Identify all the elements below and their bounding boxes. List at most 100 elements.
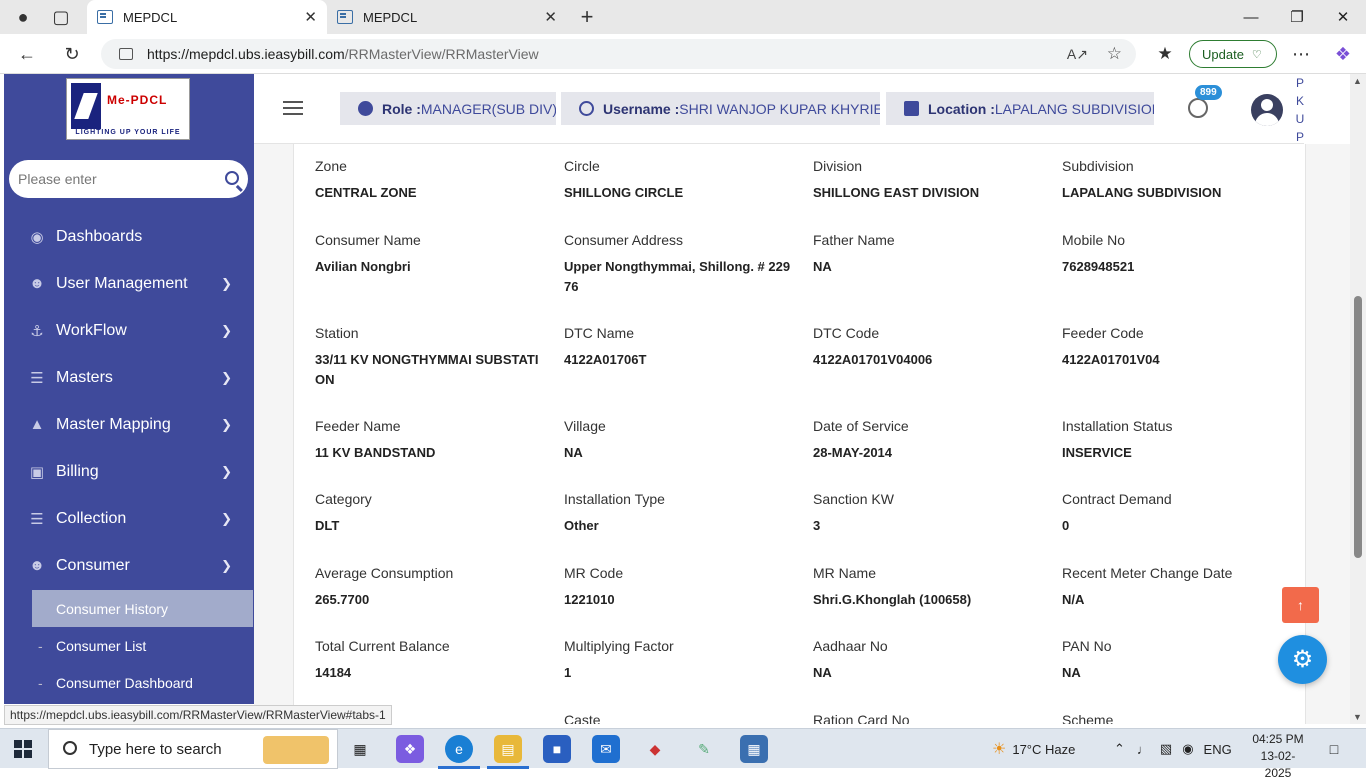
chevron-right-icon: ❯ [221,275,232,291]
settings-button[interactable]: ⚙ [1278,635,1327,684]
refresh-icon[interactable]: ↻ [57,40,87,68]
sidebar-item-user-management[interactable]: ☻ User Management ❯ [4,260,254,307]
menu-toggle-icon[interactable] [283,101,303,115]
chevron-right-icon: ❯ [221,369,232,385]
field-value: 265.7700 [315,592,370,607]
field-label: Consumer Address [564,232,684,248]
sidebar-item-dashboards[interactable]: ◉ Dashboards [4,213,254,260]
mepdcl-logo[interactable]: Me-PDCL LIGHTING UP YOUR LIFE [66,78,190,140]
field-label: MR Name [813,565,877,581]
field-value: 1221010 [564,592,615,607]
browser-tab[interactable]: MEPDCL ✕ [327,0,567,34]
submenu-consumer-list[interactable]: - Consumer List [32,627,253,664]
file-explorer-icon[interactable]: ▤ [494,735,522,763]
weather-text: 17°C Haze [1012,741,1076,757]
copilot-icon[interactable]: ❖ [1328,40,1358,68]
weather-widget[interactable]: ☀ 17°C Haze [992,729,1075,769]
logo-brand: Me-PDCL [107,93,168,107]
new-tab-icon[interactable]: + [572,3,602,31]
tab-favicon-icon [337,10,353,24]
tab-actions-icon[interactable]: ▢ [46,3,76,31]
tab-favicon-icon [97,10,113,24]
browser-tab-active[interactable]: MEPDCL ✕ [87,0,327,34]
search-icon[interactable] [225,171,239,185]
field-label: Mobile No [1062,232,1126,248]
edge-icon[interactable]: e [445,735,473,763]
tab-title: MEPDCL [363,9,418,25]
url-field[interactable]: https://mepdcl.ubs.ieasybill.com/RRMaste… [101,39,1136,69]
task-view-icon[interactable]: ▦ [346,735,374,763]
field-installation-status: Installation Status INSERVICE [1062,418,1292,463]
read-aloud-icon[interactable]: A↗ [1067,46,1088,63]
favorite-star-icon[interactable]: ☆ [1107,44,1122,64]
field-pan-no: PAN No NA [1062,638,1292,683]
profile-icon[interactable]: ● [8,3,38,31]
sidebar-item-masters[interactable]: ☰ Masters ❯ [4,354,254,401]
network-icon[interactable]: ▧ [1160,741,1172,757]
bolt-icon [358,101,373,116]
scroll-up-icon[interactable]: ▲ [1353,76,1362,86]
field-multiplying-factor: Multiplying Factor 1 [564,638,794,683]
bullet-dash: - [38,674,43,691]
field-label: Scheme [1062,712,1114,724]
more-menu-icon[interactable]: ⋯ [1286,40,1316,68]
paint-icon[interactable]: ✎ [690,735,718,763]
logo-mark-icon [71,83,101,129]
sidebar-item-billing[interactable]: ▣ Billing ❯ [4,448,254,495]
field-label: MR Code [564,565,624,581]
close-tab-icon[interactable]: ✕ [304,8,317,26]
store-icon[interactable]: ■ [543,735,571,763]
wifi-icon[interactable]: ◉ [1182,741,1193,757]
close-tab-icon[interactable]: ✕ [544,8,557,26]
scroll-down-icon[interactable]: ▼ [1353,712,1362,722]
arrow-up-icon: ↑ [1297,597,1304,613]
close-window-icon[interactable]: ✕ [1320,0,1366,34]
speaker-icon[interactable]: ♩ [1137,742,1150,757]
palette-icon: ◉ [30,228,44,246]
field-label: Feeder Name [315,418,401,434]
sidebar-search-input[interactable]: Please enter [9,160,248,198]
chevron-right-icon: ❯ [221,557,232,573]
page-scrollbar[interactable]: ▲ ▼ [1350,74,1366,724]
field-father-name: Father Name NA [813,232,1043,277]
submenu-consumer-dashboard[interactable]: - Consumer Dashboard [32,664,253,701]
windows-start-icon[interactable] [14,740,32,758]
sidebar-item-consumer[interactable]: ☻ Consumer ❯ [4,542,254,589]
favorites-icon[interactable]: ★ [1150,40,1180,68]
heart-icon: ♡ [1251,48,1262,61]
field-label: PAN No [1062,638,1112,654]
scrollbar-thumb[interactable] [1354,296,1362,558]
taskbar-search-input[interactable]: Type here to search [48,729,338,769]
app-icon[interactable]: ◆ [641,735,669,763]
scroll-to-top-button[interactable]: ↑ [1282,587,1319,623]
taskbar-clock[interactable]: 04:25 PM 13-02-2025 [1248,731,1308,782]
sidebar-item-master-mapping[interactable]: ▲ Master Mapping ❯ [4,401,254,448]
chevron-right-icon: ❯ [221,322,232,338]
minimize-icon[interactable]: — [1228,0,1274,34]
submenu-consumer-history[interactable]: Consumer History [32,590,253,627]
consumer-details-card: Zone CENTRAL ZONE Circle SHILLONG CIRCLE D… [293,144,1306,724]
calculator-icon[interactable]: ▦ [740,735,768,763]
chevron-up-icon[interactable]: ⌃ [1114,741,1125,757]
history-icon[interactable] [1188,98,1208,118]
field-label: Subdivision [1062,158,1134,174]
language-indicator[interactable]: ENG [1204,742,1232,757]
sidebar-item-workflow[interactable]: ⚓ WorkFlow ❯ [4,307,254,354]
windows-taskbar: Type here to search ▦ ❖ e ▤ ■ ✉ ◆ ✎ ▦ ☀ … [0,728,1366,780]
username-value: SHRI WANJOP KUPAR KHYRIE... [679,100,880,117]
field-contract-demand: Contract Demand 0 [1062,491,1292,536]
field-label: Contract Demand [1062,491,1172,507]
avatar[interactable] [1251,94,1283,126]
field-value: 0 [1062,518,1070,533]
restore-icon[interactable]: ❐ [1274,0,1320,34]
back-icon[interactable]: ← [12,40,42,68]
notification-center-icon[interactable]: □ [1320,735,1348,763]
update-button[interactable]: Update ♡ [1189,40,1277,68]
copilot-app-icon[interactable]: ❖ [396,735,424,763]
field-label: Average Consumption [315,565,454,581]
field-label: Date of Service [813,418,909,434]
sidebar-item-collection[interactable]: ☰ Collection ❯ [4,495,254,542]
site-info-icon[interactable] [119,48,133,60]
mail-icon[interactable]: ✉ [592,735,620,763]
vertical-letter: P [1295,76,1304,90]
